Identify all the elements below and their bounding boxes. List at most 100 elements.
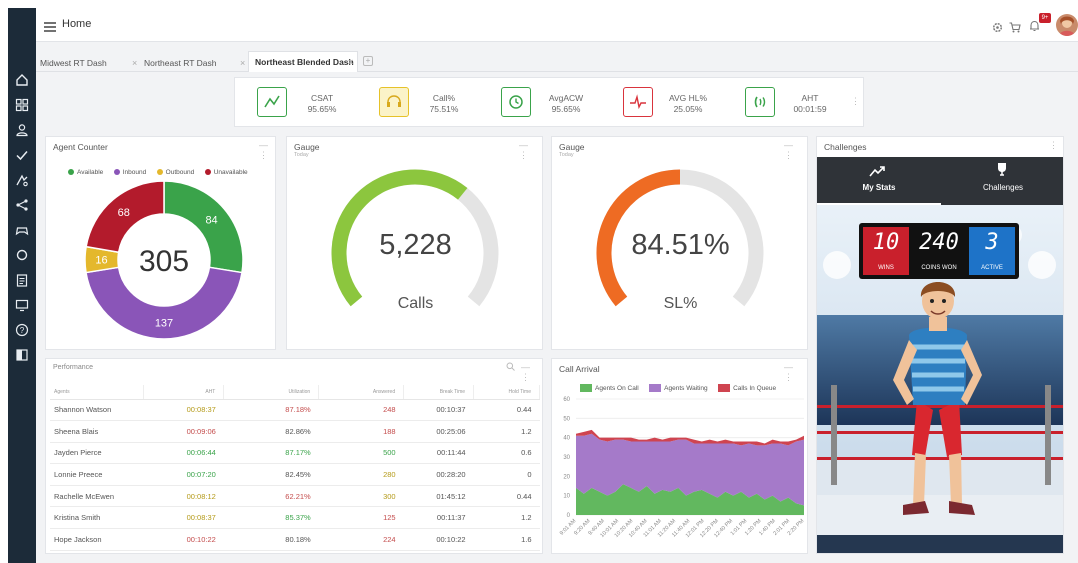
utilization-cell: 80.18% (223, 528, 319, 551)
table-row[interactable]: Sheena Blais 00:09:06 82.86% 188 00:25:06 1.2 (50, 420, 540, 443)
panel-toggle-icon[interactable] (12, 345, 32, 365)
table-row[interactable]: Kristina Smith 00:08:37 85.37% 125 00:11:37 1… (50, 506, 540, 530)
gamepad-icon[interactable] (12, 220, 32, 240)
refresh-icon[interactable] (12, 245, 32, 265)
agent-name-cell: Shannon Watson (50, 399, 144, 422)
table-row[interactable]: Rachelle McEwen 00:08:12 62.21% 300 01:45:12… (50, 485, 540, 508)
column-header[interactable]: Answered (318, 385, 405, 400)
hold-time-cell: 0.44 (473, 485, 540, 508)
more-menu-icon[interactable]: ⋮ (851, 96, 861, 107)
challenges-tabs: My Stats Challenges (817, 157, 1063, 205)
more-menu-icon[interactable]: — ⋮ (519, 140, 542, 161)
kpi-value: 95.65% (307, 104, 337, 114)
hold-time-cell: 0.44 (473, 399, 540, 422)
aht-cell: 00:08:12 (143, 485, 224, 508)
call-arrival-chart: 01020304050609:01 AM9:20 AM9:40 AM10:01 … (559, 397, 806, 539)
table-row[interactable]: Lonnie Preece 00:07:20 82.45% 280 00:28:20 0 (50, 463, 540, 486)
monitor-icon[interactable] (12, 295, 32, 315)
kpi-aht[interactable]: AHT 00:01:59 (745, 87, 845, 117)
x-tick-label: 2:20 PM (787, 518, 806, 537)
close-icon[interactable]: × (348, 57, 353, 67)
dashboard-icon[interactable] (12, 95, 32, 115)
clipboard-icon[interactable] (12, 270, 32, 290)
slice-value-label: 137 (155, 318, 173, 330)
answered-cell: 500 (318, 442, 404, 465)
kpi-avg-hl[interactable]: AVG HL% 25.05% (623, 87, 723, 117)
y-tick-label: 0 (567, 513, 571, 519)
tab-label: Midwest RT Dash (40, 57, 107, 68)
slice-value-label: 68 (118, 207, 130, 219)
agent-counter-card: Agent Counter — ⋮ Available Inbound Outb… (45, 136, 276, 350)
cart-icon[interactable] (1009, 20, 1021, 38)
share-icon[interactable] (12, 195, 32, 215)
column-header[interactable]: Hold Time (473, 385, 540, 400)
tab-challenges[interactable]: Challenges (941, 157, 1063, 205)
tab-midwest-rt-dash[interactable]: Midwest RT Dash × (40, 53, 140, 72)
home-icon[interactable] (12, 70, 32, 90)
more-menu-icon[interactable]: — ⋮ (521, 362, 542, 383)
y-tick-label: 20 (563, 474, 570, 480)
avatar[interactable] (1056, 14, 1078, 36)
scoreboard: 10 WINS 240 COINS WON 3 ACTIVE (859, 223, 1019, 279)
tab-my-stats[interactable]: My Stats (817, 157, 941, 205)
settings-icon[interactable] (992, 20, 1003, 38)
help-icon[interactable]: ? (12, 320, 32, 340)
table-row[interactable]: Hope Jackson 00:10:22 80.18% 224 00:10:22 1.6 (50, 528, 540, 551)
tab-northeast-rt-dash[interactable]: Northeast RT Dash × (144, 53, 249, 72)
phone-ring-icon (745, 87, 775, 117)
kpi-value: 00:01:59 (793, 104, 827, 114)
hold-time-cell: 1.6 (473, 528, 540, 551)
more-menu-icon[interactable]: — ⋮ (784, 140, 807, 161)
y-tick-label: 50 (563, 416, 570, 422)
more-menu-icon[interactable]: — ⋮ (259, 140, 275, 161)
column-header[interactable]: Break Time (403, 385, 475, 400)
call-arrival-card: Call Arrival — ⋮ Agents On Call Agents W… (551, 358, 808, 554)
tab-label: My Stats (862, 183, 896, 192)
close-icon[interactable]: × (240, 58, 245, 68)
column-header[interactable]: Utilization (223, 385, 320, 400)
close-icon[interactable]: × (132, 58, 137, 68)
more-menu-icon[interactable]: ⋮ (1049, 140, 1059, 151)
break-time-cell: 01:45:12 (403, 485, 474, 508)
utilization-cell: 87.17% (223, 442, 319, 465)
column-header[interactable]: Agents (50, 385, 145, 400)
sidebar: ? (8, 8, 36, 563)
kpi-call-percent[interactable]: Call% 75.51% (379, 87, 479, 117)
more-menu-icon[interactable]: — ⋮ (784, 362, 807, 383)
performance-card: Performance — ⋮ Agents AHT Utilization A… (45, 358, 543, 554)
column-header[interactable]: AHT (143, 385, 225, 400)
table-row[interactable]: Shannon Watson 00:08:37 87.18% 248 00:10:37 0… (50, 399, 540, 422)
utilization-cell: 62.21% (223, 485, 319, 508)
table-row[interactable]: Jayden Pierce 00:06:44 87.17% 500 00:11:44 0.… (50, 442, 540, 465)
search-icon[interactable] (506, 362, 515, 373)
active-value: 3 (985, 230, 999, 255)
aht-cell: 00:07:20 (143, 463, 224, 486)
agent-name-cell: Lonnie Preece (50, 463, 144, 486)
svg-text:?: ? (20, 326, 25, 335)
add-tab-icon[interactable]: + (363, 56, 373, 66)
utilization-cell: 82.86% (223, 420, 319, 443)
utilization-cell: 85.37% (223, 506, 319, 530)
card-title: Performance (53, 364, 94, 371)
gauge-label: SL% (663, 295, 698, 312)
answered-cell: 280 (318, 463, 404, 486)
card-title: Challenges (824, 142, 867, 152)
user-icon[interactable] (12, 120, 32, 140)
kpi-avg-acw[interactable]: AvgACW 95.65% (501, 87, 601, 117)
break-time-cell: 00:11:44 (403, 442, 474, 465)
check-icon[interactable] (12, 145, 32, 165)
kpi-label: Call% (432, 93, 456, 103)
coins-panel: 240 COINS WON (911, 227, 967, 275)
kpi-csat[interactable]: CSAT 95.65% (257, 87, 357, 117)
menu-icon[interactable] (44, 19, 56, 37)
kpi-strip: CSAT 95.65% Call% 75.51% AvgACW 95.65% A… (234, 77, 864, 127)
chart-settings-icon[interactable] (12, 170, 32, 190)
answered-cell: 248 (318, 399, 404, 422)
agent-name-cell: Hope Jackson (50, 528, 144, 551)
wins-label: WINS (878, 265, 894, 271)
aht-cell: 00:09:06 (143, 420, 224, 443)
tab-northeast-blended-dash[interactable]: Northeast Blended Dash × (248, 51, 358, 72)
kpi-label: AvgACW (548, 93, 584, 103)
active-label: ACTIVE (981, 265, 1003, 271)
break-time-cell: 00:25:06 (403, 420, 474, 443)
